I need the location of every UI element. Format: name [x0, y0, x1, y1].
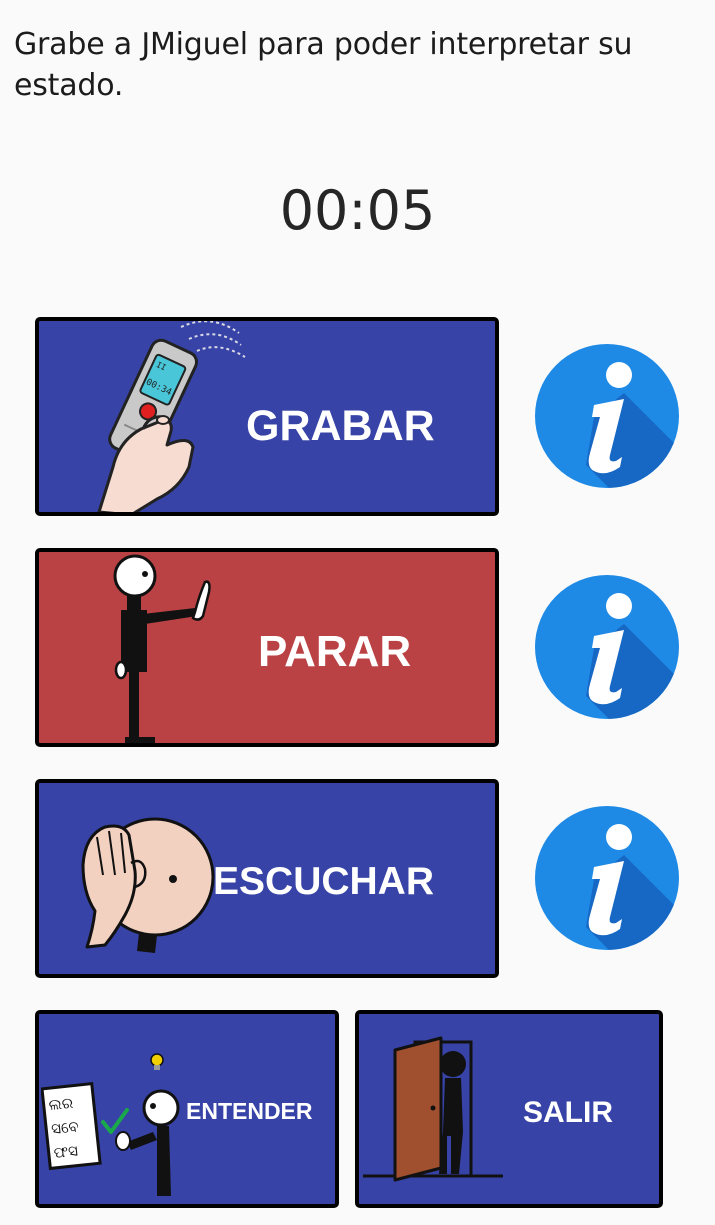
- record-info-icon[interactable]: [534, 343, 680, 489]
- understanding-person-icon: ଲର ସବେ ଫସ: [41, 1053, 180, 1196]
- listen-button-label: ESCUCHAR: [213, 860, 435, 903]
- exit-button[interactable]: SALIR: [355, 1010, 663, 1208]
- instruction-text: Grabe a JMiguel para poder interpretar s…: [14, 27, 633, 103]
- stop-info-icon[interactable]: [534, 574, 680, 720]
- svg-text:ଫସ: ଫସ: [53, 1142, 79, 1162]
- listening-head-icon: [81, 817, 215, 953]
- listen-info-icon[interactable]: [534, 805, 680, 951]
- record-button[interactable]: II 00:34 GRABAR: [35, 317, 499, 516]
- stop-gesture-person-icon: [113, 554, 211, 743]
- svg-text:ସବେ: ସବେ: [50, 1117, 79, 1138]
- stop-button[interactable]: PARAR: [35, 548, 499, 747]
- understand-button-label: ENTENDER: [186, 1098, 313, 1124]
- exit-button-label: SALIR: [523, 1096, 613, 1129]
- recording-timer: 00:05: [279, 179, 436, 242]
- svg-text:ଲର: ଲର: [48, 1094, 74, 1114]
- understand-button[interactable]: ଲର ସବେ ଫସ ENTENDER: [35, 1010, 339, 1208]
- exit-door-person-icon: [363, 1036, 503, 1182]
- listen-button[interactable]: ESCUCHAR: [35, 779, 499, 978]
- record-button-label: GRABAR: [246, 402, 435, 450]
- stop-button-label: PARAR: [258, 627, 412, 676]
